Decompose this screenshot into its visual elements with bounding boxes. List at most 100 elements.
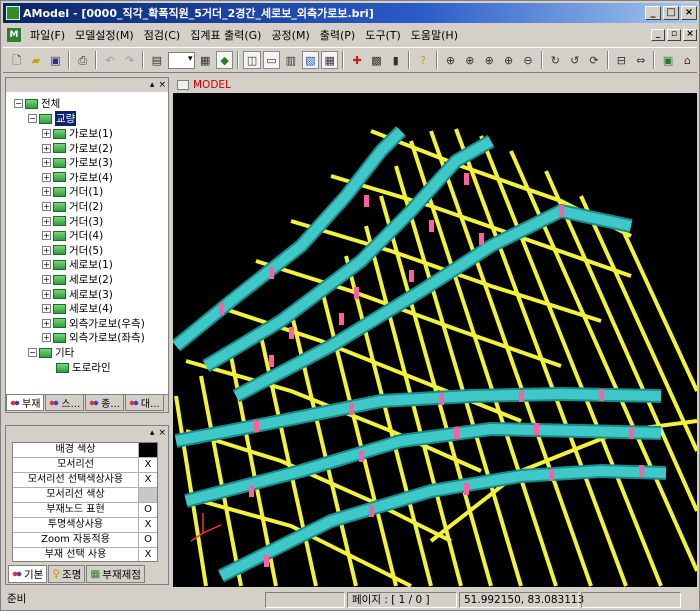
expand-icon[interactable]: + [42, 172, 51, 182]
expand-icon[interactable]: + [42, 129, 51, 138]
pin-icon[interactable]: ▴ [150, 428, 155, 438]
tab-lighting[interactable]: ♀ 조명 [48, 565, 86, 583]
tree-node-bridge[interactable]: − 교량 [28, 111, 77, 126]
property-value[interactable] [139, 488, 157, 502]
grid-view-icon[interactable]: ▦ [320, 51, 339, 69]
property-value[interactable]: X [139, 458, 157, 472]
menu-help[interactable]: 도움말(H) [406, 27, 463, 43]
print-icon[interactable]: ⎙ [74, 51, 91, 69]
zoom-in-icon[interactable]: ⊕ [461, 51, 478, 69]
tree-node-member[interactable]: + 거더(1) [42, 184, 103, 199]
model-viewport[interactable] [173, 93, 697, 587]
menu-tools[interactable]: 도구(T) [360, 27, 406, 43]
pin-icon[interactable]: ▴ [150, 80, 155, 90]
menu-summary-output[interactable]: 집계표 출력(G) [185, 27, 266, 43]
zoom-out-icon[interactable]: ⊖ [519, 51, 536, 69]
tree-node-root[interactable]: − 전체 [14, 96, 60, 111]
tree-node-member[interactable]: + 거더(5) [42, 243, 103, 258]
bridge-model-3d[interactable] [173, 93, 697, 587]
property-row[interactable]: 투명색상사용 X [13, 518, 157, 533]
tab-basic[interactable]: 기본 [8, 565, 48, 583]
window-icon[interactable]: ▭ [262, 51, 281, 69]
collapse-icon[interactable]: − [14, 99, 23, 108]
menu-process[interactable]: 공정(M) [266, 27, 314, 43]
tree-node-member[interactable]: + 세로보(4) [42, 301, 113, 316]
frame-icon[interactable]: ▥ [282, 51, 299, 69]
menu-check[interactable]: 점검(C) [139, 27, 186, 43]
layout-icon[interactable]: ▣ [659, 51, 676, 69]
property-value[interactable]: O [139, 503, 157, 517]
property-row[interactable]: Zoom 자동적용 O [13, 533, 157, 548]
tree-node-member[interactable]: + 가로보(1) [42, 126, 113, 141]
rotate-icon[interactable]: ↺ [566, 51, 583, 69]
chart-icon[interactable]: ▮ [387, 51, 404, 69]
collapse-icon[interactable]: − [28, 114, 37, 123]
menu-print[interactable]: 출력(P) [315, 27, 360, 43]
expand-icon[interactable]: + [42, 187, 51, 197]
expand-icon[interactable]: + [42, 245, 51, 255]
tree-node-member[interactable]: + 외측가로보(좌측) [42, 330, 145, 345]
tree-node-member[interactable]: + 거더(3) [42, 214, 103, 229]
expand-icon[interactable]: + [42, 158, 51, 168]
pan-icon[interactable]: ↻ [547, 51, 564, 69]
tree-node-member[interactable]: + 거더(4) [42, 228, 103, 243]
view-icon[interactable]: ▦ [197, 51, 214, 69]
expand-icon[interactable]: + [42, 333, 51, 343]
new-icon[interactable]: 🗋 [8, 51, 25, 69]
document-minimize-button[interactable]: _ [651, 29, 665, 41]
tree-node-road-line[interactable]: 도로라인 [56, 360, 111, 375]
property-value[interactable]: O [139, 533, 157, 547]
help-icon[interactable]: ? [414, 51, 431, 69]
open-icon[interactable]: ▰ [27, 51, 44, 69]
property-value[interactable]: X [139, 473, 157, 487]
layer-icon[interactable]: ▤ [148, 51, 165, 69]
close-icon[interactable]: × [158, 428, 166, 438]
redo-icon[interactable]: ↷ [121, 51, 138, 69]
tree-node-member[interactable]: + 가로보(3) [42, 155, 113, 170]
close-button[interactable]: × [681, 6, 697, 20]
collapse-icon[interactable]: − [28, 348, 37, 357]
expand-icon[interactable]: + [42, 143, 51, 153]
tree-node-member[interactable]: + 가로보(4) [42, 170, 113, 185]
close-icon[interactable]: × [158, 80, 166, 90]
tab-d[interactable]: 대... [124, 395, 164, 411]
tree-node-member[interactable]: + 외측가로보(우측) [42, 316, 145, 331]
select-icon[interactable]: ◫ [243, 51, 261, 69]
measure-icon[interactable]: ⊟ [613, 51, 630, 69]
document-close-button[interactable]: × [683, 29, 697, 41]
zoom-window-icon[interactable]: ⊕ [442, 51, 459, 69]
tree-node-member[interactable]: + 거더(2) [42, 199, 103, 214]
layer-combo[interactable] [167, 51, 195, 69]
tree-node-member[interactable]: + 세로보(3) [42, 287, 113, 302]
menu-file[interactable]: 파일(F) [25, 27, 70, 43]
tree-node-member[interactable]: + 세로보(2) [42, 272, 113, 287]
expand-icon[interactable]: + [42, 260, 51, 270]
tab-longitudinal[interactable]: 종... [85, 395, 124, 411]
save-icon[interactable]: ▣ [47, 51, 64, 69]
zoom-fit-icon[interactable]: ⊕ [481, 51, 498, 69]
property-row[interactable]: 부재노드 표현 O [13, 503, 157, 518]
property-value[interactable]: X [139, 518, 157, 532]
tab-model[interactable]: MODEL [177, 79, 231, 91]
expand-icon[interactable]: + [42, 216, 51, 226]
expand-icon[interactable]: + [42, 304, 51, 314]
tree-node-member[interactable]: + 가로보(2) [42, 141, 113, 156]
expand-icon[interactable]: + [42, 275, 51, 284]
property-row[interactable]: 모서리선 색상 [13, 488, 157, 503]
expand-icon[interactable]: + [42, 289, 51, 299]
dimension-icon[interactable]: ⇔ [632, 51, 649, 69]
tab-member[interactable]: 부재 [6, 395, 45, 411]
run-icon[interactable]: ✚ [348, 51, 365, 69]
zoom-all-icon[interactable]: ⊕ [500, 51, 517, 69]
minimize-button[interactable]: _ [645, 6, 661, 20]
tab-member-settings[interactable]: ▦ 부재제점 [86, 565, 145, 583]
expand-icon[interactable]: + [42, 318, 51, 328]
expand-icon[interactable]: + [42, 231, 51, 241]
property-row[interactable]: 부재 선택 사용 X [13, 548, 157, 561]
tree-node-other[interactable]: − 기타 [28, 345, 74, 360]
tree-node-member[interactable]: + 세로보(1) [42, 257, 113, 272]
tab-s[interactable]: 스... [45, 395, 85, 411]
orbit-icon[interactable]: ⟳ [585, 51, 602, 69]
undo-icon[interactable]: ↶ [101, 51, 118, 69]
property-row[interactable]: 모서리선 선택색상사용 X [13, 473, 157, 488]
